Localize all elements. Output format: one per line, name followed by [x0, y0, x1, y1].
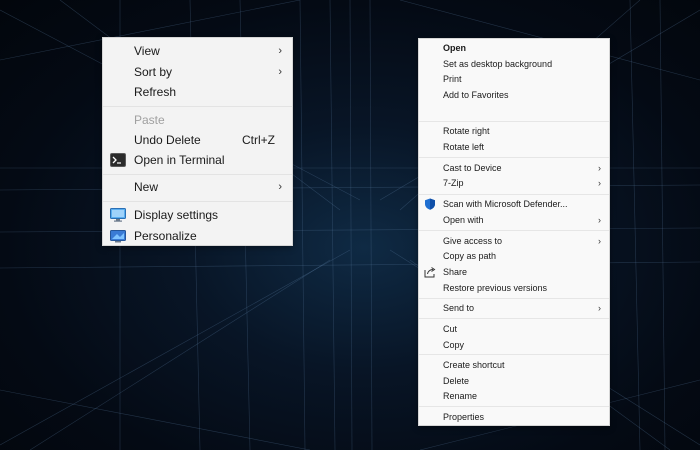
menu-item-display-settings[interactable]: Display settings [103, 205, 292, 225]
chevron-right-icon: › [598, 236, 601, 246]
chevron-right-icon: › [598, 163, 601, 173]
menu-separator [419, 230, 609, 231]
share-icon [424, 266, 436, 278]
menu-item-open-with[interactable]: Open with › [419, 212, 609, 228]
menu-item-label: Open in Terminal [134, 153, 225, 167]
menu-item-undo-delete[interactable]: Undo Delete Ctrl+Z [103, 130, 292, 150]
menu-item-label: Display settings [134, 208, 219, 222]
menu-item-label: Rename [443, 391, 478, 401]
menu-item-label: Copy as path [443, 251, 497, 261]
menu-item-view[interactable]: View › [103, 41, 292, 61]
menu-item-open[interactable]: Open [419, 40, 609, 56]
menu-separator [419, 157, 609, 158]
menu-item-label: Undo Delete [134, 133, 201, 147]
menu-item-label: Refresh [134, 85, 177, 99]
menu-separator [103, 106, 292, 107]
menu-separator [419, 194, 609, 195]
menu-item-rotate-right[interactable]: Rotate right [419, 123, 609, 139]
menu-item-personalize[interactable]: Personalize [103, 226, 292, 246]
display-settings-icon [110, 208, 126, 222]
menu-item-7-zip[interactable]: 7-Zip › [419, 175, 609, 191]
menu-item-label: Cut [443, 324, 458, 334]
menu-item-set-as-desktop-background[interactable]: Set as desktop background [419, 56, 609, 72]
menu-separator [419, 121, 609, 122]
menu-item-create-shortcut[interactable]: Create shortcut [419, 357, 609, 373]
chevron-right-icon: › [598, 215, 601, 225]
menu-item-label: View [134, 44, 160, 58]
menu-item-restore-previous-versions[interactable]: Restore previous versions [419, 280, 609, 296]
menu-item-add-to-favorites[interactable]: Add to Favorites [419, 87, 609, 103]
menu-item-label: Properties [443, 412, 485, 422]
menu-item-label: Give access to [443, 236, 503, 246]
menu-item-label: Cast to Device [443, 163, 502, 173]
menu-separator [103, 174, 292, 175]
menu-item-new[interactable]: New › [103, 177, 292, 197]
menu-separator [419, 318, 609, 319]
menu-item-label: Send to [443, 303, 475, 313]
menu-item-label: Delete [443, 376, 470, 386]
chevron-right-icon: › [598, 178, 601, 188]
menu-item-refresh[interactable]: Refresh [103, 82, 292, 102]
menu-item-label: New [134, 180, 159, 194]
menu-item-label: Share [443, 267, 468, 277]
menu-item-sort-by[interactable]: Sort by › [103, 62, 292, 82]
menu-item-scan-with-defender[interactable]: Scan with Microsoft Defender... [419, 196, 609, 212]
menu-item-shortcut: Ctrl+Z [242, 133, 275, 147]
file-context-menu: Open Set as desktop background Print Add… [418, 38, 610, 426]
defender-shield-icon [424, 198, 436, 210]
chevron-right-icon: › [278, 181, 282, 193]
chevron-right-icon: › [278, 45, 282, 57]
menu-item-print[interactable]: Print [419, 71, 609, 87]
menu-item-cast-to-device[interactable]: Cast to Device › [419, 160, 609, 176]
menu-item-label: Create shortcut [443, 360, 505, 370]
menu-item-label: Restore previous versions [443, 283, 548, 293]
menu-item-copy[interactable]: Copy [419, 337, 609, 353]
menu-separator [419, 298, 609, 299]
menu-item-label: Personalize [134, 229, 197, 243]
menu-item-give-access-to[interactable]: Give access to › [419, 233, 609, 249]
menu-item-label: Add to Favorites [443, 90, 509, 100]
menu-item-share[interactable]: Share [419, 264, 609, 280]
menu-separator [419, 354, 609, 355]
menu-item-rotate-left[interactable]: Rotate left [419, 139, 609, 155]
chevron-right-icon: › [598, 303, 601, 313]
personalize-icon [110, 229, 126, 243]
menu-item-label: 7-Zip [443, 178, 464, 188]
menu-item-label: Set as desktop background [443, 59, 553, 69]
menu-item-properties[interactable]: Properties [419, 409, 609, 425]
menu-item-copy-as-path[interactable]: Copy as path [419, 248, 609, 264]
menu-item-label: Print [443, 74, 462, 84]
menu-item-send-to[interactable]: Send to › [419, 300, 609, 316]
menu-item-label: Sort by [134, 65, 173, 79]
menu-item-label: Rotate right [443, 126, 490, 136]
menu-item-rename[interactable]: Rename [419, 388, 609, 404]
terminal-icon [110, 153, 126, 167]
menu-item-label: Copy [443, 340, 465, 350]
menu-item-label: Open [443, 43, 467, 53]
menu-item-paste: Paste [103, 110, 292, 130]
menu-item-open-in-terminal[interactable]: Open in Terminal [103, 150, 292, 170]
menu-item-label: Scan with Microsoft Defender... [443, 199, 568, 209]
menu-item-label: Paste [134, 113, 165, 127]
menu-item-label: Open with [443, 215, 484, 225]
menu-item-cut[interactable]: Cut [419, 321, 609, 337]
chevron-right-icon: › [278, 66, 282, 78]
menu-separator [419, 406, 609, 407]
menu-item-label: Rotate left [443, 142, 485, 152]
desktop-context-menu: View › Sort by › Refresh Paste Undo Dele… [102, 37, 293, 246]
menu-separator [103, 201, 292, 202]
menu-item-delete[interactable]: Delete [419, 373, 609, 389]
